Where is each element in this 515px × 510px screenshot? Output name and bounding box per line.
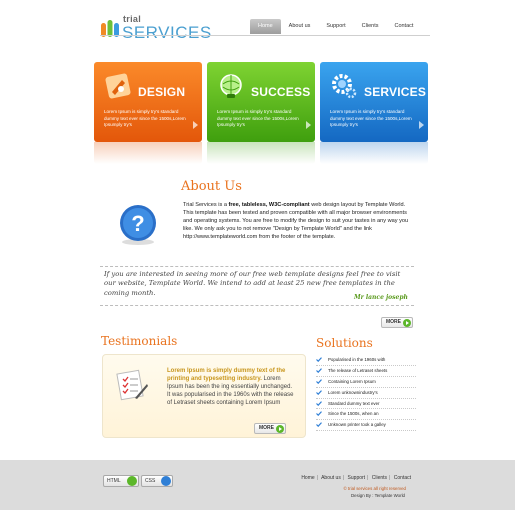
footer (0, 460, 515, 510)
list-item[interactable]: Containing Lorem Ipsum (316, 377, 416, 388)
arrow-right-icon[interactable] (419, 121, 424, 129)
list-item[interactable]: Popularised in the 1960s with (316, 355, 416, 366)
feature-text: Lorem Ipsum is simply try's standard dum… (104, 109, 186, 128)
list-item[interactable]: Lorem unknownindustry's (316, 388, 416, 399)
nav-support[interactable]: Support (318, 19, 353, 34)
feature-success[interactable]: SUCCESS Lorem Ipsum is simply try's stan… (207, 62, 315, 142)
solutions-list: Popularised in the 1960s with The releas… (316, 355, 416, 432)
checkmark-icon (316, 368, 322, 373)
feature-title: SERVICES (364, 85, 427, 99)
list-item-label: Unknown printer took a galley (328, 422, 386, 428)
svg-text:?: ? (131, 211, 144, 236)
more-button[interactable]: MORE (381, 317, 413, 328)
footer-nav-contact[interactable]: Contact (394, 475, 411, 481)
arrow-right-icon (403, 319, 411, 327)
design-by-text: Design By : Template World (350, 493, 405, 498)
feature-services[interactable]: SERVICES Lorem Ipsum is simply try's sta… (320, 62, 428, 142)
more-label: MORE (259, 425, 274, 431)
footer-nav-clients[interactable]: Clients (372, 475, 387, 481)
services-gear-icon (332, 74, 357, 99)
html-valid-badge[interactable]: HTML (103, 475, 139, 487)
solutions-title: Solutions (316, 336, 373, 350)
badge-label: HTML (107, 478, 121, 484)
question-mark-icon: ? (120, 205, 156, 245)
design-icon (105, 73, 131, 99)
feature-design[interactable]: DESIGN Lorem Ipsum is simply try's stand… (94, 62, 202, 142)
logo-big-text: SERVICES (122, 23, 212, 42)
check-circle-icon (161, 476, 171, 486)
nav-clients[interactable]: Clients (354, 19, 387, 34)
nav-home[interactable]: Home (250, 19, 281, 34)
about-bold: free, tableless, W3C-compliant (228, 202, 310, 208)
feature-reflection (207, 142, 315, 164)
arrow-right-icon (276, 425, 284, 433)
check-circle-icon (127, 476, 137, 486)
checkmark-icon (316, 378, 322, 384)
checkmark-icon (316, 411, 322, 417)
list-item[interactable]: The release of Letraset sheets (316, 366, 416, 377)
list-item-label: Containing Lorem Ipsum (328, 378, 376, 384)
feature-reflection (320, 142, 428, 164)
list-item[interactable]: Unknown printer took a galley (316, 420, 416, 432)
checkmark-icon (316, 422, 322, 428)
list-item-label: Lorem unknownindustry's (328, 389, 378, 395)
feature-text: Lorem Ipsum is simply try's standard dum… (330, 109, 412, 128)
footer-nav-about[interactable]: About us (321, 475, 341, 481)
checkmark-icon (316, 400, 322, 406)
footer-nav: Home | About us | Support | Clients | Contac… (301, 475, 411, 481)
feature-text: Lorem Ipsum is simply try's standard dum… (217, 109, 299, 128)
css-valid-badge[interactable]: CSS (141, 475, 173, 487)
list-item-label: Standard dummy text ever (328, 400, 380, 406)
feature-title: SUCCESS (251, 85, 311, 99)
copyright-text: © trial services all right reserved (343, 486, 406, 491)
testimonials-text: Lorem Ipsum is simply dummy text of the … (167, 367, 297, 407)
testimonials-title: Testimonials (101, 334, 178, 348)
nav-about[interactable]: About us (281, 19, 319, 34)
main-nav: Home About us Support Clients Contact (250, 19, 421, 34)
arrow-right-icon[interactable] (306, 121, 311, 129)
success-globe-icon (220, 74, 242, 98)
header-divider (100, 35, 430, 36)
checkmark-icon (316, 357, 322, 362)
badge-label: CSS (145, 478, 156, 484)
testimonials-more-button[interactable]: MORE (254, 423, 286, 434)
list-item-label: Since the 1500s, when an (328, 411, 379, 417)
footer-nav-home[interactable]: Home (301, 475, 314, 481)
list-item[interactable]: Since the 1500s, when an (316, 409, 416, 421)
footer-nav-support[interactable]: Support (348, 475, 366, 481)
nav-contact[interactable]: Contact (386, 19, 421, 34)
list-item-label: Popularised in the 1960s with (328, 357, 386, 362)
quote-author: Mr lance joseph (354, 294, 408, 301)
list-item[interactable]: Standard dummy text ever (316, 399, 416, 410)
about-text: Trial Services is a free, tableless, W3C… (183, 201, 413, 241)
quote-divider-top (100, 266, 414, 267)
about-title: About Us (181, 179, 242, 194)
feature-title: DESIGN (138, 85, 186, 99)
about-intro: Trial Services is a (183, 202, 229, 208)
list-item-label: The release of Letraset sheets (328, 367, 388, 373)
feature-reflection (94, 142, 202, 164)
logo[interactable]: trial SERVICES (100, 14, 212, 42)
checklist-icon (116, 369, 148, 401)
quote-divider-bottom (100, 305, 414, 306)
checkmark-icon (316, 389, 322, 395)
more-label: MORE (386, 319, 401, 325)
arrow-right-icon[interactable] (193, 121, 198, 129)
